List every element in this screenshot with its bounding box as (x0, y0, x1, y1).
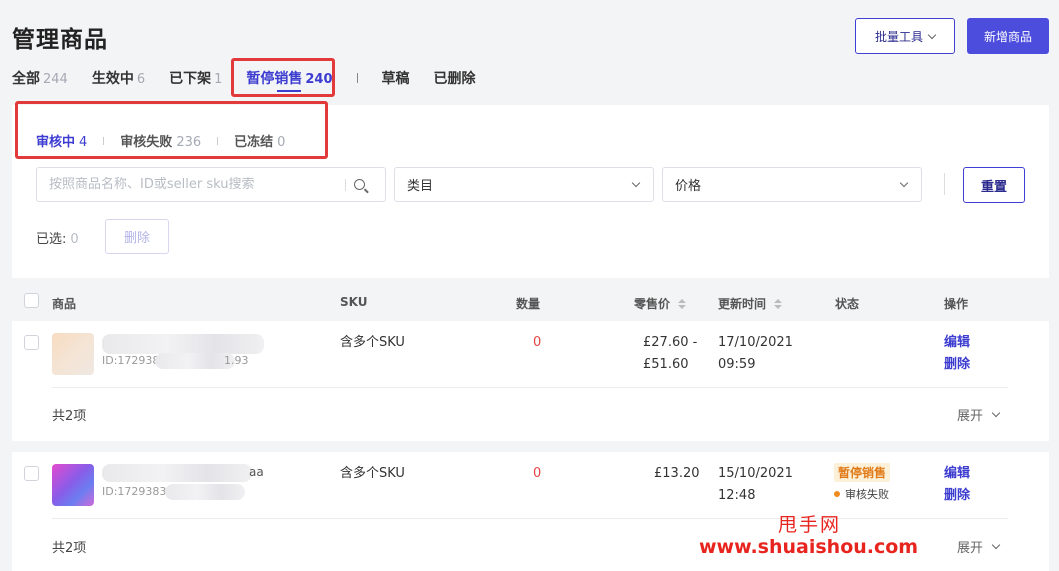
selected-count: 已选: 0 (36, 232, 79, 247)
filter-divider (944, 173, 945, 195)
column-header-product: 商品 (52, 297, 77, 311)
search-divider (345, 178, 346, 191)
chevron-down-icon (927, 30, 937, 39)
column-header-price[interactable]: 零售价 (634, 295, 687, 312)
expand-toggle[interactable]: 展开 (957, 405, 1001, 424)
sku-cell: 含多个SKU (340, 335, 405, 350)
column-header-sku: SKU (340, 295, 368, 309)
row-divider (52, 387, 1008, 388)
tab-delisted[interactable]: 已下架 1 (169, 68, 222, 88)
blurred-product-name (102, 464, 252, 482)
column-header-status: 状态 (835, 297, 860, 311)
product-id: ID:17293832 (102, 485, 174, 498)
row-checkbox[interactable] (24, 466, 39, 481)
status-badge: 暂停销售 (834, 463, 891, 482)
sort-icon (678, 298, 687, 309)
product-id-tail: 1.93 (224, 354, 249, 367)
product-thumbnail[interactable] (52, 333, 94, 375)
column-header-updated[interactable]: 更新时间 (718, 295, 783, 312)
qty-cell: 0 (533, 466, 542, 481)
expand-toggle[interactable]: 展开 (957, 537, 1001, 556)
edit-link[interactable]: 编辑 (944, 463, 970, 485)
status-substatus: 审核失败 (834, 486, 889, 502)
bulk-tools-button[interactable]: 批量工具 (855, 18, 955, 54)
chevron-down-icon (991, 540, 1001, 550)
updated-date: 17/10/2021 (718, 335, 793, 350)
highlight-box-subtabs (15, 101, 328, 159)
search-box (36, 167, 386, 202)
watermark-url: www.shuaishou.com (699, 536, 919, 558)
bulk-tools-label: 批量工具 (874, 29, 923, 44)
tab-all[interactable]: 全部 244 (12, 68, 68, 88)
item-total: 共2项 (52, 541, 87, 556)
blurred-product-id (155, 353, 235, 369)
sort-icon (774, 298, 783, 309)
column-header-qty: 数量 (516, 297, 541, 311)
updated-date: 15/10/2021 (718, 466, 793, 481)
price-cell: £27.60 - (643, 335, 698, 350)
product-thumbnail[interactable] (52, 464, 94, 506)
price-cell-max: £51.60 (643, 357, 689, 372)
tab-deleted[interactable]: 已删除 (434, 68, 476, 88)
watermark-title: 甩手网 (778, 514, 842, 536)
item-total: 共2项 (52, 409, 87, 424)
reset-button[interactable]: 重置 (963, 167, 1025, 203)
updated-time: 09:59 (718, 357, 756, 372)
select-all-checkbox[interactable] (24, 293, 39, 308)
page-title: 管理商品 (12, 27, 108, 53)
row-divider (52, 518, 1008, 519)
tab-drafts[interactable]: 草稿 (382, 68, 410, 88)
new-product-button[interactable]: 新增商品 (967, 18, 1049, 54)
delete-link[interactable]: 删除 (944, 485, 970, 507)
column-header-actions: 操作 (944, 297, 969, 311)
price-select-label: 价格 (675, 179, 702, 194)
updated-time: 12:48 (718, 488, 756, 503)
price-cell: £13.20 (654, 466, 700, 481)
search-input[interactable] (49, 177, 339, 192)
row-checkbox[interactable] (24, 335, 39, 350)
bulk-delete-button[interactable]: 删除 (105, 219, 169, 254)
category-select-label: 类目 (407, 179, 434, 194)
blurred-product-name (102, 334, 264, 354)
search-icon[interactable] (354, 179, 365, 190)
qty-cell: 0 (533, 335, 542, 350)
chevron-down-icon (991, 408, 1001, 418)
sku-cell: 含多个SKU (340, 466, 405, 481)
tab-active[interactable]: 生效中 6 (92, 68, 145, 88)
product-name-tail: aa (249, 465, 264, 479)
delete-link[interactable]: 删除 (944, 354, 970, 376)
chevron-down-icon (899, 178, 909, 188)
category-select[interactable]: 类目 (394, 167, 654, 202)
tab-divider (356, 73, 358, 83)
blurred-product-id (165, 484, 245, 500)
status-dot-icon (834, 491, 840, 497)
edit-link[interactable]: 编辑 (944, 332, 970, 354)
highlight-box-suspended-tab (231, 58, 335, 97)
price-select[interactable]: 价格 (662, 167, 922, 202)
chevron-down-icon (631, 178, 641, 188)
